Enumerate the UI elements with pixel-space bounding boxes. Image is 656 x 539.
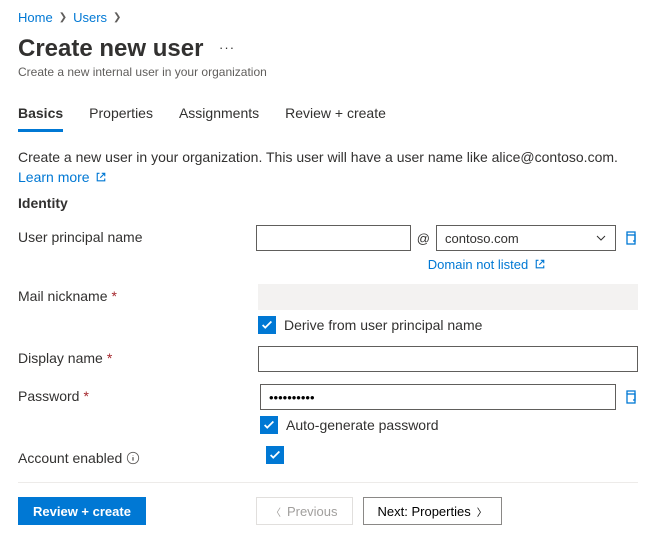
separator: [18, 482, 638, 483]
chevron-right-icon: ❯: [59, 12, 67, 23]
mail-label: Mail nickname*: [18, 284, 258, 304]
learn-more-link[interactable]: Learn more: [18, 169, 107, 185]
chevron-right-icon: 〉: [477, 504, 487, 519]
at-symbol: @: [417, 231, 430, 246]
derive-label: Derive from user principal name: [284, 317, 482, 333]
account-label: Account enabled: [18, 446, 266, 466]
mail-nickname-input: [258, 284, 638, 310]
identity-heading: Identity: [18, 195, 638, 211]
domain-select[interactable]: contoso.com: [436, 225, 616, 251]
derive-checkbox[interactable]: [258, 316, 276, 334]
autogen-label: Auto-generate password: [286, 417, 439, 433]
info-icon[interactable]: [126, 451, 140, 465]
footer: Review + create 〈Previous Next: Properti…: [18, 497, 638, 525]
tabs: Basics Properties Assignments Review + c…: [18, 99, 638, 133]
autogen-checkbox[interactable]: [260, 416, 278, 434]
breadcrumb-users[interactable]: Users: [73, 10, 107, 25]
chevron-down-icon: [595, 232, 607, 244]
tab-review[interactable]: Review + create: [285, 99, 386, 132]
chevron-right-icon: ❯: [113, 12, 121, 23]
copy-icon[interactable]: [622, 230, 638, 246]
page-subtitle: Create a new internal user in your organ…: [18, 65, 638, 79]
upn-label: User principal name: [18, 225, 256, 245]
external-link-icon: [95, 171, 107, 183]
row-upn: User principal name @ contoso.com Domain…: [18, 225, 638, 272]
breadcrumb-home[interactable]: Home: [18, 10, 53, 25]
review-create-button[interactable]: Review + create: [18, 497, 146, 525]
password-label: Password*: [18, 384, 260, 404]
breadcrumb: Home ❯ Users ❯: [18, 10, 638, 25]
more-menu[interactable]: ···: [219, 40, 235, 55]
page-description: Create a new user in your organization. …: [18, 147, 638, 187]
upn-input[interactable]: [256, 225, 411, 251]
row-account: Account enabled: [18, 446, 638, 466]
row-mail: Mail nickname* Derive from user principa…: [18, 284, 638, 334]
row-display: Display name*: [18, 346, 638, 372]
display-name-input[interactable]: [258, 346, 638, 372]
account-enabled-checkbox[interactable]: [266, 446, 284, 464]
display-label: Display name*: [18, 346, 258, 366]
previous-button: 〈Previous: [256, 497, 353, 525]
page-title: Create new user: [18, 35, 203, 63]
password-input[interactable]: [260, 384, 616, 410]
domain-not-listed-link[interactable]: Domain not listed: [428, 257, 638, 272]
row-password: Password* Auto-generate password: [18, 384, 638, 434]
tab-properties[interactable]: Properties: [89, 99, 153, 132]
copy-icon[interactable]: [622, 389, 638, 405]
next-button[interactable]: Next: Properties〉: [363, 497, 502, 525]
tab-assignments[interactable]: Assignments: [179, 99, 259, 132]
tab-basics[interactable]: Basics: [18, 99, 63, 132]
chevron-left-icon: 〈: [271, 504, 281, 519]
external-link-icon: [534, 258, 546, 270]
